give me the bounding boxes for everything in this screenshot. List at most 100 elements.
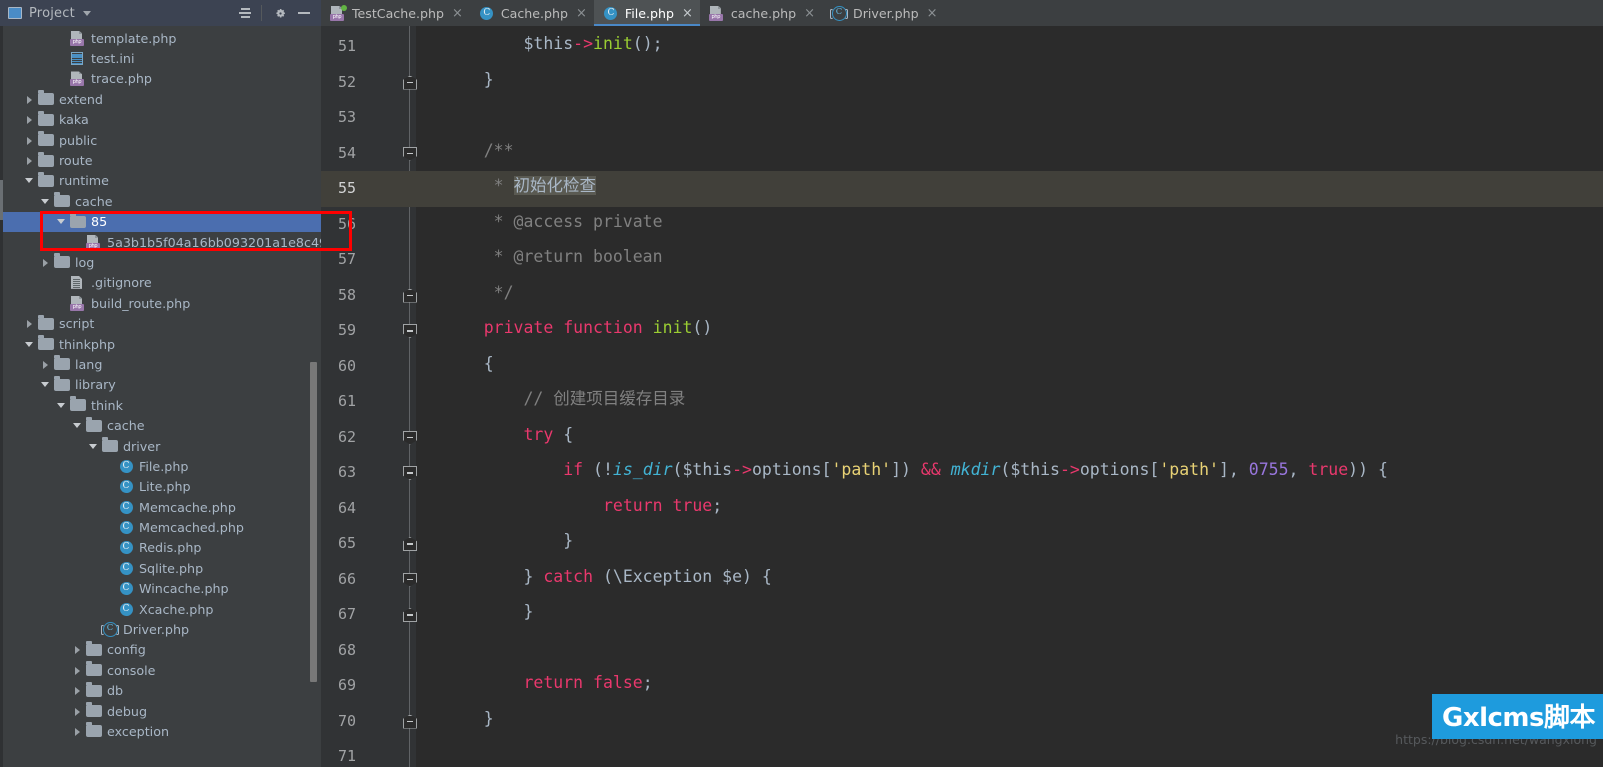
chevron-right-icon[interactable] <box>72 644 83 655</box>
code-line[interactable]: } <box>416 594 1603 630</box>
tree-item-driver-php[interactable]: CDriver.php <box>0 619 321 639</box>
code-line[interactable]: } <box>416 523 1603 559</box>
chevron-down-icon[interactable] <box>40 196 51 207</box>
chevron-right-icon[interactable] <box>24 135 35 146</box>
code-line[interactable]: return true; <box>416 488 1603 524</box>
code-line[interactable]: private function init() <box>416 310 1603 346</box>
code-line[interactable]: } catch (\Exception $e) { <box>416 559 1603 595</box>
fold-marker-down[interactable] <box>403 147 417 161</box>
tree-item-console[interactable]: console <box>0 660 321 680</box>
close-icon[interactable]: × <box>576 7 587 20</box>
tree-item-test-ini[interactable]: test.ini <box>0 48 321 68</box>
chevron-right-icon[interactable] <box>40 257 51 268</box>
fold-marker-down[interactable] <box>403 573 417 587</box>
close-icon[interactable]: × <box>804 7 815 20</box>
editor-tab-cache-php[interactable]: CCache.php× <box>470 0 594 26</box>
fold-marker-down[interactable] <box>403 466 417 480</box>
code-line[interactable]: */ <box>416 275 1603 311</box>
code-line[interactable] <box>416 97 1603 133</box>
tree-item-file-php[interactable]: CFile.php <box>0 456 321 476</box>
tree-item-thinkphp[interactable]: thinkphp <box>0 334 321 354</box>
code-line[interactable] <box>416 630 1603 666</box>
tree-item-db[interactable]: db <box>0 681 321 701</box>
chevron-down-icon[interactable] <box>56 216 67 227</box>
close-icon[interactable]: × <box>682 7 693 20</box>
code-line[interactable]: if (!is_dir($this->options['path']) && m… <box>416 452 1603 488</box>
line-number-gutter[interactable]: 5152535455565758596061626364656667686970… <box>321 26 416 767</box>
tree-item-lang[interactable]: lang <box>0 354 321 374</box>
collapse-all-icon[interactable] <box>234 2 256 24</box>
chevron-right-icon[interactable] <box>24 318 35 329</box>
tree-item-wincache-php[interactable]: CWincache.php <box>0 579 321 599</box>
tree-item-kaka[interactable]: kaka <box>0 110 321 130</box>
editor-tab-testcache-php[interactable]: phpTestCache.php× <box>321 0 470 26</box>
tree-item-5a3b1b5f04a16bb093201a1e8c4910[interactable]: php5a3b1b5f04a16bb093201a1e8c4910. <box>0 232 321 252</box>
tree-item-public[interactable]: public <box>0 130 321 150</box>
code-line[interactable]: * @access private <box>416 204 1603 240</box>
chevron-right-icon[interactable] <box>72 665 83 676</box>
tree-item-memcache-php[interactable]: CMemcache.php <box>0 497 321 517</box>
chevron-down-icon[interactable] <box>24 339 35 350</box>
fold-marker-up[interactable] <box>403 715 417 729</box>
code-content[interactable]: $this->init(); } /** * 初始化检查 * @access p… <box>416 26 1603 767</box>
fold-marker-up[interactable] <box>403 608 417 622</box>
code-line[interactable]: /** <box>416 133 1603 169</box>
tree-item-cache[interactable]: cache <box>0 415 321 435</box>
tree-item-build-route-php[interactable]: phpbuild_route.php <box>0 293 321 313</box>
tree-item-memcached-php[interactable]: CMemcached.php <box>0 517 321 537</box>
tree-item-template-php[interactable]: phptemplate.php <box>0 28 321 48</box>
tree-item-lite-php[interactable]: CLite.php <box>0 477 321 497</box>
tree-item-cache[interactable]: cache <box>0 191 321 211</box>
tree-item-script[interactable]: script <box>0 313 321 333</box>
tree-item-log[interactable]: log <box>0 252 321 272</box>
chevron-down-icon[interactable] <box>83 11 91 16</box>
tree-item-85[interactable]: 85 <box>0 212 321 232</box>
editor-tab-driver-php[interactable]: CDriver.php× <box>822 0 944 26</box>
close-icon[interactable]: × <box>452 7 463 20</box>
sidebar-scrollbar[interactable] <box>310 362 317 682</box>
tree-item-redis-php[interactable]: CRedis.php <box>0 538 321 558</box>
fold-marker-up[interactable] <box>403 537 417 551</box>
chevron-down-icon[interactable] <box>56 400 67 411</box>
tree-item-think[interactable]: think <box>0 395 321 415</box>
tree-item-extend[interactable]: extend <box>0 89 321 109</box>
chevron-right-icon[interactable] <box>24 94 35 105</box>
code-line[interactable]: try { <box>416 417 1603 453</box>
tree-item-runtime[interactable]: runtime <box>0 171 321 191</box>
chevron-down-icon[interactable] <box>88 441 99 452</box>
chevron-right-icon[interactable] <box>72 706 83 717</box>
code-line[interactable]: // 创建项目缓存目录 <box>416 381 1603 417</box>
tree-item-library[interactable]: library <box>0 375 321 395</box>
chevron-down-icon[interactable] <box>24 175 35 186</box>
chevron-down-icon[interactable] <box>72 420 83 431</box>
chevron-right-icon[interactable] <box>72 726 83 737</box>
editor-tab-bar[interactable]: phpTestCache.php×CCache.php×CFile.php×ph… <box>321 0 1603 26</box>
code-line[interactable]: * @return boolean <box>416 239 1603 275</box>
gear-icon[interactable] <box>269 2 291 24</box>
tree-item-route[interactable]: route <box>0 150 321 170</box>
code-line[interactable]: { <box>416 346 1603 382</box>
tree-item-driver[interactable]: driver <box>0 436 321 456</box>
chevron-right-icon[interactable] <box>40 359 51 370</box>
chevron-right-icon[interactable] <box>24 155 35 166</box>
fold-marker-up[interactable] <box>403 289 417 303</box>
editor-tab-file-php[interactable]: CFile.php× <box>594 0 700 26</box>
tree-item-debug[interactable]: debug <box>0 701 321 721</box>
code-line[interactable]: return false; <box>416 665 1603 701</box>
project-file-tree[interactable]: phptemplate.phptest.iniphptrace.phpexten… <box>0 26 321 767</box>
code-line[interactable]: } <box>416 701 1603 737</box>
tree-item-xcache-php[interactable]: CXcache.php <box>0 599 321 619</box>
fold-marker-down[interactable] <box>403 324 417 338</box>
code-line[interactable]: $this->init(); <box>416 26 1603 62</box>
tree-item-sqlite-php[interactable]: CSqlite.php <box>0 558 321 578</box>
minimize-icon[interactable] <box>293 2 315 24</box>
close-icon[interactable]: × <box>927 7 938 20</box>
fold-marker-up[interactable] <box>403 76 417 90</box>
code-line[interactable]: } <box>416 62 1603 98</box>
chevron-right-icon[interactable] <box>24 114 35 125</box>
fold-marker-down[interactable] <box>403 431 417 445</box>
chevron-right-icon[interactable] <box>72 685 83 696</box>
tree-item-config[interactable]: config <box>0 640 321 660</box>
editor-tab-cache-php[interactable]: phpcache.php× <box>700 0 822 26</box>
tree-item-exception[interactable]: exception <box>0 721 321 741</box>
